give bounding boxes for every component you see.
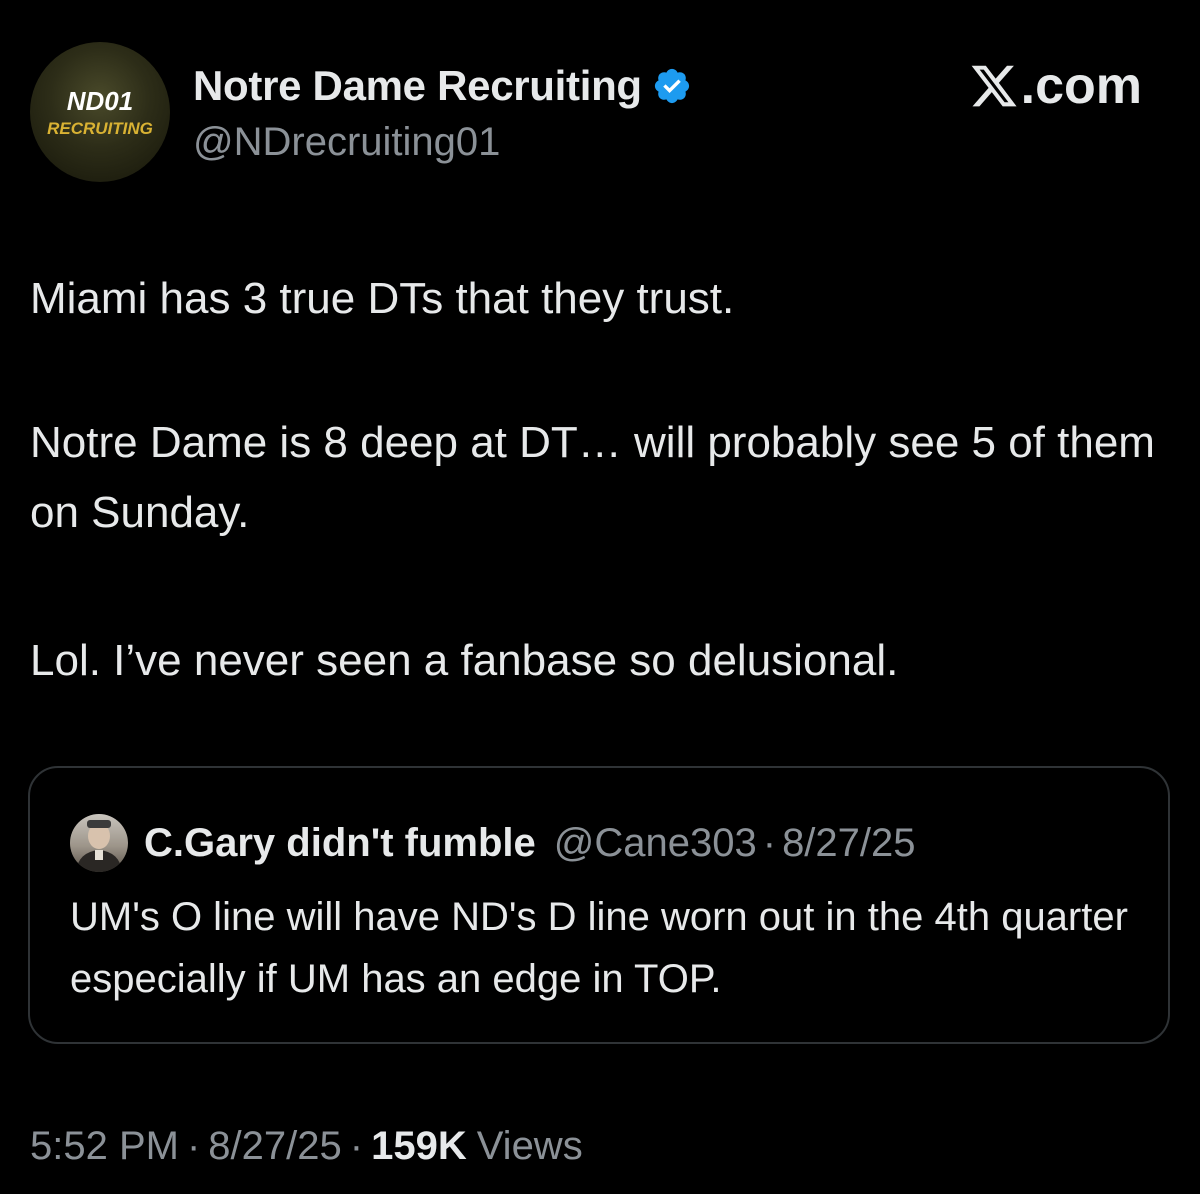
tweet-card: ND01 RECRUITING Notre Dame Recruiting @N… (0, 0, 1200, 1194)
quoted-tweet-header: C.Gary didn't fumble @Cane303 · 8/27/25 (144, 814, 916, 872)
quoted-author-avatar[interactable] (70, 814, 128, 872)
separator-dot: · (762, 820, 777, 865)
separator-dot: · (186, 1123, 201, 1168)
author-avatar[interactable]: ND01 RECRUITING (30, 42, 170, 182)
site-label: .com (1020, 57, 1142, 115)
separator-dot: · (349, 1123, 364, 1168)
x-com-watermark: .com (969, 56, 1142, 116)
avatar-text-bottom: RECRUITING (47, 119, 153, 138)
views-label: Views (476, 1123, 583, 1168)
quoted-author-handle[interactable]: @Cane303 (554, 821, 757, 866)
author-handle[interactable]: @NDrecruiting01 (193, 120, 500, 165)
avatar-text-top: ND01 (67, 86, 133, 116)
tweet-meta: 5:52 PM · 8/27/25 · 159K Views (30, 1116, 583, 1176)
views-count[interactable]: 159K (371, 1124, 467, 1169)
author-name-row: Notre Dame Recruiting (193, 58, 692, 114)
tweet-time[interactable]: 5:52 PM (30, 1124, 179, 1169)
quoted-author-display-name[interactable]: C.Gary didn't fumble (144, 821, 536, 866)
quoted-tweet-text: UM's O line will have ND's D line worn o… (70, 895, 1128, 1001)
quoted-tweet[interactable]: C.Gary didn't fumble @Cane303 · 8/27/25 … (28, 766, 1170, 1044)
avatar-logo-icon: ND01 RECRUITING (47, 86, 153, 138)
tweet-paragraph: Lol. I’ve never seen a fanbase so delusi… (30, 636, 899, 685)
tweet-date[interactable]: 8/27/25 (208, 1124, 341, 1169)
x-logo-icon (969, 61, 1019, 111)
tweet-paragraph: Notre Dame is 8 deep at DT… will probabl… (30, 418, 1168, 537)
verified-badge-icon[interactable] (652, 66, 692, 106)
author-display-name[interactable]: Notre Dame Recruiting (193, 62, 642, 110)
tweet-paragraph: Miami has 3 true DTs that they trust. (30, 274, 735, 323)
quoted-tweet-date[interactable]: 8/27/25 (782, 821, 915, 866)
